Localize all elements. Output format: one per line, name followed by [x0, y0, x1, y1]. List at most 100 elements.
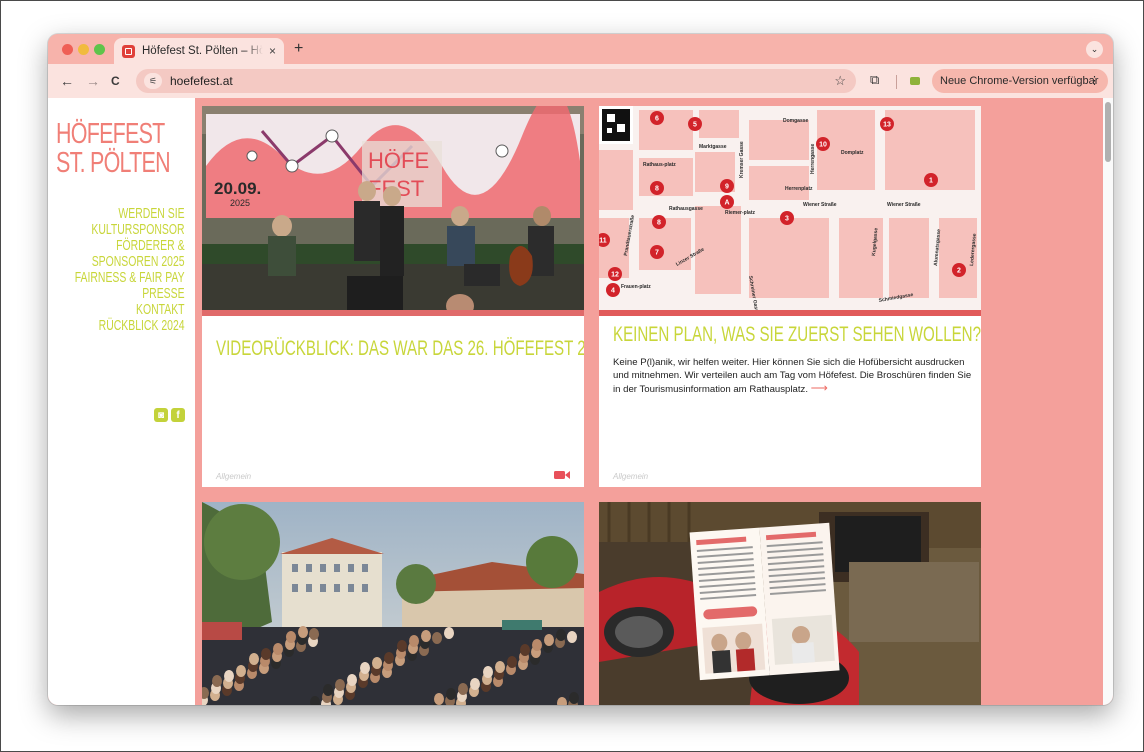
qr-code-icon	[602, 109, 630, 141]
svg-text:4: 4	[611, 288, 615, 295]
svg-text:A: A	[724, 200, 729, 207]
map-street-label: Domplatz	[841, 150, 864, 156]
map-marker[interactable]: 4	[606, 283, 620, 297]
svg-text:3: 3	[785, 216, 789, 223]
post-category[interactable]: Allgemein	[613, 472, 648, 481]
logo-line-1: HÖFEFEST	[56, 118, 165, 150]
map-street-label: Rathausgasse	[669, 206, 703, 212]
reload-button[interactable]: C	[111, 74, 120, 88]
nav-item-rueckblick[interactable]: RÜCKBLICK 2024	[75, 318, 185, 334]
excerpt-text: Keine P(l)anik, wir helfen weiter. Hier …	[613, 357, 972, 395]
map-marker[interactable]: 7	[650, 245, 664, 259]
post-card-crowd[interactable]	[202, 502, 584, 705]
map-street-label: Wiener Straße	[803, 202, 837, 208]
map-marker[interactable]: 2	[952, 263, 966, 277]
map-street-label: Rathaus-platz	[643, 162, 676, 168]
svg-text:6: 6	[655, 116, 659, 123]
map-image[interactable]: Domgasse Marktgasse Domplatz Rathaus-platz H…	[599, 106, 981, 316]
maximize-window-button[interactable]	[94, 44, 105, 55]
map-marker[interactable]: 6	[650, 111, 664, 125]
banner-year: 2025	[230, 198, 250, 208]
banner-date: 20.09.	[214, 179, 261, 198]
site-info-icon[interactable]: ⚟	[144, 73, 162, 89]
svg-text:8: 8	[657, 220, 661, 227]
svg-text:10: 10	[819, 142, 827, 149]
update-label: Neue Chrome-Version verfügbar	[940, 75, 1099, 87]
main-navigation: WERDEN SIE KULTURSPONSOR FÖRDERER & SPON…	[48, 206, 185, 334]
tab-close-icon[interactable]: ×	[269, 44, 276, 58]
instagram-icon[interactable]: ◙	[154, 408, 168, 422]
favicon-icon	[122, 44, 135, 58]
map-street-label: Herrenplatz	[785, 186, 813, 192]
map-street-label: Domgasse	[783, 118, 809, 124]
minimize-window-button[interactable]	[78, 44, 89, 55]
extension-badge-icon[interactable]	[910, 77, 920, 85]
map-marker[interactable]: 1	[924, 173, 938, 187]
video-camera-icon	[554, 471, 570, 479]
scrollbar-thumb[interactable]	[1105, 102, 1111, 162]
map-marker[interactable]: 5	[688, 117, 702, 131]
svg-text:9: 9	[725, 184, 729, 191]
forward-button[interactable]: →	[86, 73, 100, 89]
map-street-label: Herrengasse	[810, 143, 816, 174]
map-marker[interactable]: 13	[880, 117, 894, 131]
read-more-arrow-icon[interactable]: ⟶	[811, 381, 828, 395]
map-street-label: Riemer-platz	[725, 210, 756, 216]
toolbar-divider	[896, 75, 897, 89]
new-tab-button[interactable]: +	[294, 40, 303, 58]
nav-item-kultursponsor[interactable]: KULTURSPONSOR	[75, 222, 185, 238]
nav-item-werden-sie[interactable]: WERDEN SIE	[75, 206, 185, 222]
map-marker[interactable]: 10	[816, 137, 830, 151]
map-street-label: Wiener Straße	[887, 202, 921, 208]
more-menu-icon[interactable]: ⋮	[1089, 74, 1100, 87]
site-sidebar: HÖFEFEST ST. PÖLTEN WERDEN SIE KULTURSPO…	[48, 98, 195, 705]
svg-text:13: 13	[883, 122, 891, 129]
page-viewport: HÖFEFEST ST. PÖLTEN WERDEN SIE KULTURSPO…	[48, 98, 1113, 705]
chrome-update-button[interactable]: Neue Chrome-Version verfügbar ⋮	[932, 69, 1108, 93]
post-card-brochure[interactable]	[599, 502, 981, 705]
address-bar[interactable]: ⚟ hoefefest.at ☆	[136, 69, 856, 93]
svg-text:2: 2	[957, 268, 961, 275]
festival-crowd-photo[interactable]	[202, 502, 584, 705]
svg-text:8: 8	[655, 186, 659, 193]
extensions-icon[interactable]: ⧉	[870, 72, 879, 88]
nav-item-presse[interactable]: PRESSE	[75, 286, 185, 302]
map-marker[interactable]: 9	[720, 179, 734, 193]
back-button[interactable]: ←	[60, 73, 74, 89]
post-card-video[interactable]: HÖFE FEST 20.09. 2025	[202, 106, 584, 487]
facebook-icon[interactable]: f	[171, 408, 185, 422]
svg-text:12: 12	[611, 272, 619, 279]
browser-window: Höfefest St. Pölten – Höfefest × + ⌄ ← →…	[48, 34, 1113, 705]
brochure-photo[interactable]	[599, 502, 981, 705]
nav-item-kontakt[interactable]: KONTAKT	[75, 302, 185, 318]
map-marker[interactable]: 12	[608, 267, 622, 281]
map-marker[interactable]: A	[720, 195, 734, 209]
tab-search-button[interactable]: ⌄	[1086, 41, 1103, 58]
page-scrollbar[interactable]	[1103, 98, 1113, 705]
nav-item-foerderer[interactable]: FÖRDERER &	[75, 238, 185, 254]
bookmark-star-icon[interactable]: ☆	[834, 73, 846, 89]
map-street-label: Kremser Gasse	[739, 141, 745, 178]
url-text[interactable]: hoefefest.at	[170, 74, 233, 88]
post-title[interactable]: VIDEORÜCKBLICK: DAS WAR DAS 26. HÖFEFEST…	[216, 338, 584, 360]
nav-item-sponsoren[interactable]: SPONSOREN 2025	[75, 254, 185, 270]
map-street-label: Marktgasse	[699, 144, 727, 150]
nav-item-fairness[interactable]: FAIRNESS & FAIR PAY	[75, 270, 185, 286]
close-window-button[interactable]	[62, 44, 73, 55]
svg-text:11: 11	[599, 238, 607, 245]
map-marker[interactable]: 8	[650, 181, 664, 195]
svg-text:5: 5	[693, 122, 697, 129]
browser-toolbar: ← → C ⚟ hoefefest.at ☆ ⧉ Neue Chrome-Ver…	[48, 64, 1113, 98]
post-title[interactable]: KEINEN PLAN, WAS SIE ZUERST SEHEN WOLLEN…	[613, 324, 981, 346]
concert-stage-photo[interactable]: HÖFE FEST 20.09. 2025	[202, 106, 584, 316]
map-marker[interactable]: 3	[780, 211, 794, 225]
tab-strip: Höfefest St. Pölten – Höfefest × + ⌄	[48, 34, 1113, 64]
screenshot-frame: Höfefest St. Pölten – Höfefest × + ⌄ ← →…	[0, 0, 1144, 752]
site-logo[interactable]: HÖFEFEST ST. PÖLTEN	[56, 118, 171, 178]
map-marker[interactable]: 8	[652, 215, 666, 229]
post-category[interactable]: Allgemein	[216, 472, 251, 481]
post-card-map[interactable]: Domgasse Marktgasse Domplatz Rathaus-platz H…	[599, 106, 981, 487]
active-tab[interactable]: Höfefest St. Pölten – Höfefest ×	[114, 38, 284, 64]
tab-title: Höfefest St. Pölten – Höfefest	[142, 45, 263, 57]
post-excerpt: Keine P(l)anik, wir helfen weiter. Hier …	[613, 356, 973, 396]
